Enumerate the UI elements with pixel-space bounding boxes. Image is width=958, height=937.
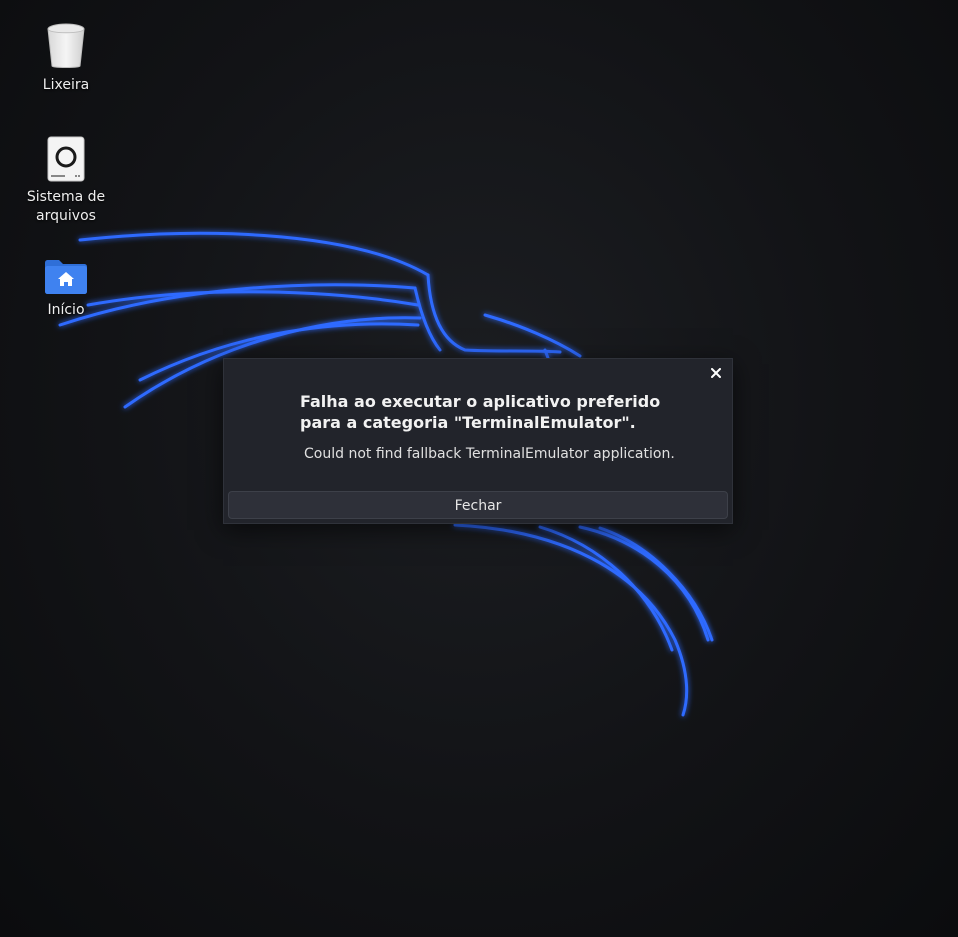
desktop-icon-trash[interactable]: Lixeira: [16, 18, 116, 95]
dialog-title: Falha ao executar o aplicativo preferido…: [300, 392, 661, 432]
trash-icon: [47, 23, 85, 68]
desktop-icon-home[interactable]: Início: [16, 243, 116, 320]
desktop-icon-label: Sistema de arquivos: [26, 189, 106, 224]
drive-icon: [47, 136, 85, 182]
error-dialog: Falha ao executar o aplicativo preferido…: [223, 358, 733, 524]
dialog-message: Could not find fallback TerminalEmulator…: [304, 446, 675, 462]
close-dialog-button[interactable]: Fechar: [228, 491, 728, 519]
home-folder-icon: [45, 260, 87, 294]
desktop-icon-filesystem[interactable]: Sistema de arquivos: [16, 130, 116, 226]
close-button[interactable]: [706, 363, 726, 383]
desktop-icon-label: Início: [47, 302, 85, 318]
close-icon: [711, 368, 721, 378]
desktop-icon-label: Lixeira: [42, 77, 90, 93]
